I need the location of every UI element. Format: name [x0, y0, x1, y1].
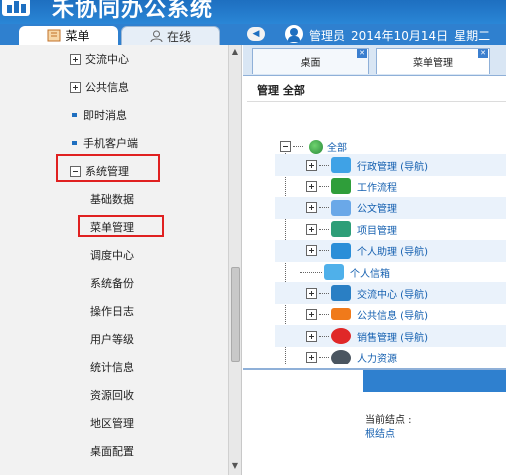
- workflow-icon: [331, 178, 351, 195]
- expand-icon: [306, 223, 317, 235]
- expand-icon: [306, 308, 317, 320]
- mailbox-icon: [324, 264, 344, 280]
- current-node-value[interactable]: 根结点: [365, 425, 395, 440]
- hr-icon: [331, 349, 351, 364]
- close-icon[interactable]: ✕: [357, 49, 367, 58]
- expand-icon: [306, 287, 317, 299]
- scroll-down-icon[interactable]: ▼: [229, 461, 241, 473]
- tab-online[interactable]: 在线: [121, 26, 220, 45]
- sidebar-item-dispatch-center[interactable]: 调度中心: [90, 247, 134, 263]
- sidebar-item-desktop-config[interactable]: 桌面配置: [90, 443, 134, 459]
- user-avatar-icon: [285, 25, 303, 43]
- expand-icon: [306, 180, 317, 192]
- user-online-icon: [150, 30, 163, 42]
- tab-desktop[interactable]: 桌面 ✕: [252, 48, 369, 74]
- dollar-icon: [331, 328, 351, 345]
- info-bar: ◀ 管理员 2014年10月14日 星期二: [242, 24, 506, 45]
- expand-icon: [70, 81, 81, 93]
- page-tabbar: 桌面 ✕ 菜单管理 ✕: [243, 45, 506, 76]
- current-node-label: 当前结点 :: [365, 415, 412, 426]
- tree-node[interactable]: 个人助理 (导航): [306, 242, 428, 259]
- sidebar-item-recycle[interactable]: 资源回收: [90, 387, 134, 403]
- tree-node[interactable]: 行政管理 (导航): [306, 157, 428, 173]
- app-logo-icon: [2, 0, 30, 16]
- highlight-box-menu-management: [78, 215, 164, 237]
- sidebar-item-instant-message[interactable]: 即时消息: [72, 107, 127, 123]
- tree-node[interactable]: 项目管理: [306, 221, 397, 238]
- main-panel: 桌面 ✕ 菜单管理 ✕ 管理 全部 全部 行政管理 (导航) 工作流程公文管理项目…: [243, 45, 506, 475]
- sidebar-item-operation-log[interactable]: 操作日志: [90, 303, 134, 319]
- tab-menu[interactable]: 菜单: [19, 26, 118, 45]
- expand-icon: [306, 159, 317, 171]
- tree-node[interactable]: 工作流程: [306, 178, 397, 195]
- tree-root[interactable]: 全部: [280, 139, 347, 154]
- assistant-icon: [331, 242, 351, 259]
- tree-node[interactable]: 公文管理: [306, 199, 397, 216]
- tree-node[interactable]: 公共信息 (导航): [306, 307, 428, 322]
- app-window: 禾协同办公系统 菜单 在线 ◀ 管理员 2014年10月14日 星期二 交流中心 公…: [0, 0, 506, 475]
- sidebar-item-communication[interactable]: 交流中心: [70, 51, 129, 67]
- tree-node[interactable]: 人力资源: [306, 349, 397, 364]
- detail-header-bar: [363, 370, 506, 392]
- highlight-box-system-management: [56, 154, 160, 182]
- sidebar-item-system-backup[interactable]: 系统备份: [90, 275, 134, 291]
- sidebar-item-mobile-client[interactable]: 手机客户端: [72, 135, 138, 151]
- news-icon: [331, 308, 351, 321]
- menu-tree: 全部 行政管理 (导航) 工作流程公文管理项目管理个人助理 (导航) 个人信箱交流中…: [243, 137, 506, 364]
- project-icon: [331, 221, 351, 238]
- globe-icon: [309, 139, 323, 154]
- expand-icon: [306, 352, 317, 364]
- tab-online-label: 在线: [166, 29, 191, 44]
- tree-node[interactable]: 个人信箱: [300, 264, 390, 280]
- user-name: 管理员: [309, 29, 346, 43]
- detail-panel: 当前结点 : 根结点: [243, 368, 506, 475]
- sidebar-tabbar: 菜单 在线: [0, 24, 242, 45]
- user-info: 管理员 2014年10月14日 星期二: [309, 27, 496, 44]
- expand-icon: [70, 53, 81, 65]
- tab-menu-management[interactable]: 菜单管理 ✕: [376, 48, 490, 74]
- sidebar-item-public-info[interactable]: 公共信息: [70, 79, 129, 95]
- menu-book-icon: [47, 29, 61, 42]
- bullet-icon: [72, 141, 77, 145]
- sidebar-item-basic-data[interactable]: 基础数据: [90, 191, 134, 207]
- sidebar-item-statistics[interactable]: 统计信息: [90, 359, 134, 375]
- title-divider: [247, 101, 506, 102]
- app-title: 禾协同办公系统: [52, 0, 214, 22]
- sidebar-menu: 交流中心 公共信息 即时消息 手机客户端 系统管理 基础数据 菜单管理 调度中心…: [0, 45, 242, 475]
- page-title: 管理 全部: [257, 84, 305, 97]
- bullet-icon: [72, 113, 77, 117]
- people-icon: [331, 285, 351, 302]
- collapse-sidebar-button[interactable]: ◀: [247, 27, 265, 41]
- scroll-up-icon[interactable]: ▲: [229, 47, 241, 59]
- tab-menu-label: 菜单: [65, 29, 90, 43]
- scrollbar-thumb[interactable]: [231, 267, 240, 362]
- close-icon[interactable]: ✕: [478, 49, 488, 58]
- expand-icon: [306, 245, 317, 257]
- app-header: 禾协同办公系统: [0, 0, 506, 24]
- expand-icon: [306, 330, 317, 342]
- folder-icon: [331, 199, 351, 216]
- current-date: 2014年10月14日: [351, 29, 449, 43]
- tree-node[interactable]: 交流中心 (导航): [306, 285, 428, 302]
- sidebar-item-user-level[interactable]: 用户等级: [90, 331, 134, 347]
- expand-icon: [306, 202, 317, 214]
- document-icon: [331, 157, 351, 173]
- sidebar-scrollbar[interactable]: ▲ ▼: [228, 45, 241, 475]
- tree-node[interactable]: 销售管理 (导航): [306, 328, 428, 345]
- sidebar-item-region[interactable]: 地区管理: [90, 415, 134, 431]
- current-weekday: 星期二: [454, 29, 491, 43]
